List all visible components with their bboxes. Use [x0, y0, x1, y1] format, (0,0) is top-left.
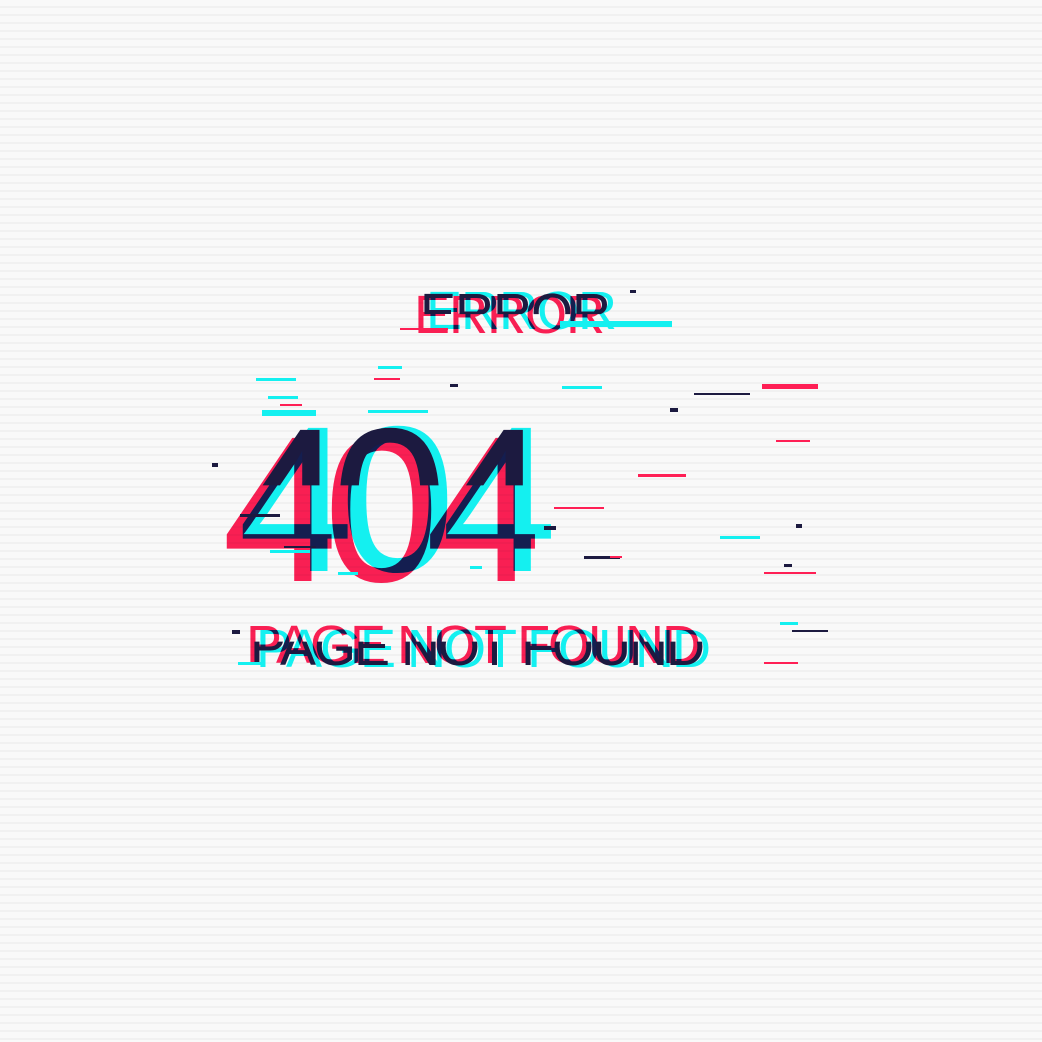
glitch-streak — [378, 366, 402, 369]
glitch-streak — [638, 474, 686, 477]
glitch-streak — [784, 564, 792, 567]
glitch-streak — [212, 463, 218, 467]
glitch-streak — [764, 572, 816, 574]
glitch-streak — [544, 526, 556, 530]
glitch-streak — [630, 290, 636, 293]
glitch-streak — [764, 662, 798, 664]
glitch-streak — [584, 556, 620, 559]
error-heading: ERROR ERROR ERROR ERROR — [414, 284, 617, 342]
glitch-streak — [780, 622, 798, 625]
glitch-streak — [796, 524, 802, 528]
glitch-streak — [374, 378, 400, 380]
glitch-streak — [792, 630, 828, 632]
not-found-message: PAGE NOT FOUND PAGE NOT FOUND PAGE NOT F… — [246, 618, 711, 676]
glitch-streak — [762, 384, 818, 389]
glitch-streak — [670, 408, 678, 412]
error-404-graphic: ERROR ERROR ERROR ERROR 404 404 404 404 … — [0, 0, 1042, 1042]
glitch-streak — [720, 536, 760, 539]
glitch-streak — [776, 440, 810, 442]
glitch-streak — [610, 556, 622, 558]
glitch-streak — [256, 378, 296, 381]
glitch-streak — [232, 630, 240, 634]
error-code: 404 404 404 404 — [222, 396, 557, 614]
glitch-streak — [554, 507, 604, 509]
glitch-streak — [562, 386, 602, 389]
glitch-streak — [694, 393, 750, 395]
